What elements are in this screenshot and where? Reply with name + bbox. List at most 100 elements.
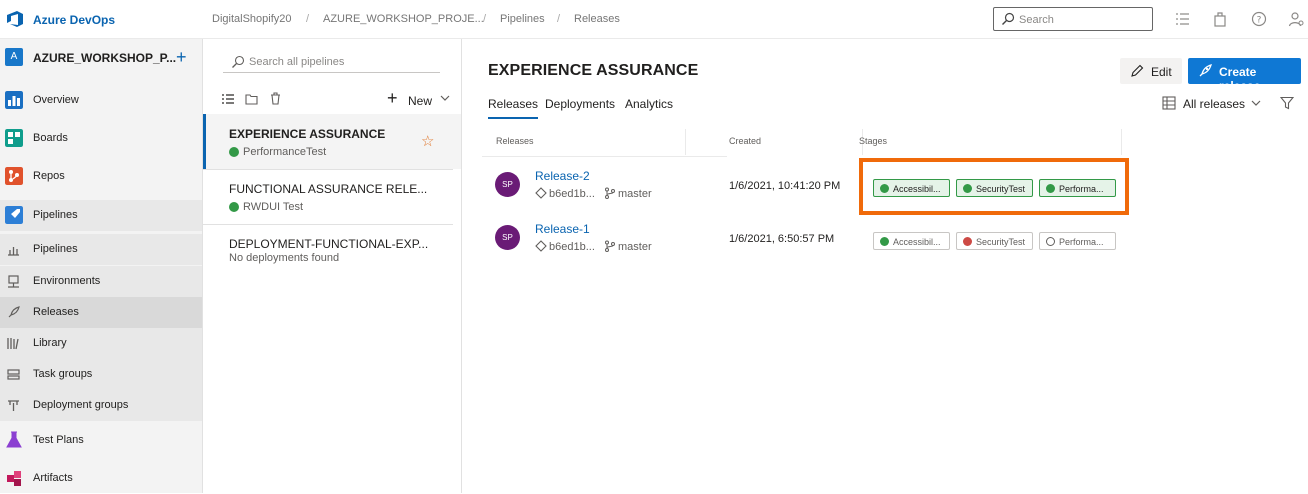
search-pipelines-input[interactable]: Search all pipelines <box>223 53 440 73</box>
breadcrumb-project[interactable]: AZURE_WORKSHOP_PROJE... <box>323 13 484 25</box>
commit-id: b6ed1b... <box>549 188 595 200</box>
breadcrumb-organization[interactable]: DigitalShopify20 <box>212 13 292 25</box>
breadcrumb-releases[interactable]: Releases <box>574 13 620 25</box>
releases-icon <box>8 306 20 318</box>
release-created-date: 1/6/2021, 6:50:57 PM <box>729 233 835 245</box>
environments-icon <box>8 275 19 288</box>
sidebar-item-repos[interactable]: Repos <box>0 161 202 192</box>
pipeline-item-deployment-functional[interactable]: DEPLOYMENT-FUNCTIONAL-EXP... No deployme… <box>203 224 461 279</box>
column-header-created: Created <box>729 136 762 146</box>
pipeline-definitions-panel: Search all pipelines + New EXPERIENCE AS… <box>203 39 462 493</box>
folder-view-icon[interactable] <box>245 93 258 105</box>
create-release-label: Create release <box>1219 65 1261 93</box>
stage-security-test[interactable]: SecurityTest <box>956 232 1033 250</box>
column-header-stages: Stages <box>859 136 888 146</box>
branch-name: master <box>618 188 652 200</box>
commit-icon <box>535 187 547 199</box>
pipeline-item-functional-assurance[interactable]: FUNCTIONAL ASSURANCE RELE... RWDUI Test <box>203 169 461 224</box>
sidebar-item-label: Releases <box>33 306 79 318</box>
chevron-down-icon <box>1251 100 1261 106</box>
pipeline-name: FUNCTIONAL ASSURANCE RELE... <box>229 182 428 196</box>
global-search-input[interactable]: Search <box>993 7 1153 31</box>
breadcrumb-separator: / <box>557 13 561 25</box>
help-icon[interactable]: ? <box>1251 11 1267 27</box>
sidebar-item-pipelines-sub[interactable]: Pipelines <box>0 234 202 265</box>
release-name-link[interactable]: Release-2 <box>535 169 590 183</box>
repos-icon <box>5 167 23 185</box>
sidebar-item-label: Pipelines <box>33 243 78 255</box>
breadcrumb-pipelines[interactable]: Pipelines <box>500 13 545 25</box>
edit-button[interactable]: Edit <box>1120 58 1182 84</box>
tab-deployments[interactable]: Deployments <box>545 97 615 111</box>
release-created-date: 1/6/2021, 10:41:20 PM <box>729 180 841 192</box>
project-name: AZURE_WORKSHOP_P... <box>33 51 177 65</box>
sidebar-item-deployment-groups[interactable]: Deployment groups <box>0 390 202 421</box>
tab-analytics[interactable]: Analytics <box>625 97 673 111</box>
sidebar-item-label: Pipelines <box>33 209 78 221</box>
column-separator <box>1121 129 1122 155</box>
sidebar-item-label: Task groups <box>33 368 93 380</box>
sidebar-item-label: Overview <box>33 94 79 106</box>
table-view-icon <box>1162 96 1176 110</box>
project-avatar: A <box>5 48 23 66</box>
boards-icon <box>5 129 23 147</box>
sidebar-item-label: Library <box>33 337 67 349</box>
sidebar-item-artifacts[interactable]: Artifacts <box>0 463 202 494</box>
library-icon <box>7 338 19 350</box>
pipeline-item-experience-assurance[interactable]: EXPERIENCE ASSURANCE PerformanceTest ☆ <box>203 114 461 169</box>
sidebar-item-boards[interactable]: Boards <box>0 123 202 154</box>
branch-icon <box>605 240 615 252</box>
sidebar-item-label: Boards <box>33 132 68 144</box>
artifacts-icon <box>7 471 21 486</box>
pipeline-last-status: No deployments found <box>229 252 340 264</box>
marketplace-bag-icon[interactable] <box>1212 11 1228 27</box>
pencil-icon <box>1131 64 1144 77</box>
branch-icon <box>605 187 615 199</box>
avatar: SP <box>495 172 520 197</box>
sidebar-item-environments[interactable]: Environments <box>0 266 202 297</box>
deployment-groups-icon <box>8 400 19 411</box>
left-navigation: A AZURE_WORKSHOP_P... + Overview Boards … <box>0 39 203 493</box>
success-status-icon <box>229 202 239 212</box>
tab-releases[interactable]: Releases <box>488 97 539 119</box>
highlight-annotation-box <box>859 158 1129 215</box>
column-header-releases: Releases <box>496 136 534 146</box>
sidebar-item-pipelines[interactable]: Pipelines <box>0 200 202 231</box>
sidebar-item-label: Environments <box>33 275 101 287</box>
task-list-icon[interactable] <box>1175 11 1191 27</box>
sidebar-item-overview[interactable]: Overview <box>0 85 202 116</box>
release-name-link[interactable]: Release-1 <box>535 222 590 236</box>
new-button-label: New <box>408 94 433 108</box>
project-selector[interactable]: A AZURE_WORKSHOP_P... + <box>0 48 202 70</box>
commit-id: b6ed1b... <box>549 241 595 253</box>
task-groups-icon <box>7 369 20 380</box>
filter-icon[interactable] <box>1280 96 1294 110</box>
add-icon[interactable]: + <box>176 48 187 66</box>
delete-icon[interactable] <box>270 92 281 105</box>
sidebar-item-library[interactable]: Library <box>0 328 202 359</box>
column-separator <box>685 129 686 155</box>
sidebar-item-label: Artifacts <box>33 472 73 484</box>
sidebar-item-task-groups[interactable]: Task groups <box>0 359 202 390</box>
success-status-icon <box>880 237 889 246</box>
sidebar-item-releases[interactable]: Releases <box>0 297 202 328</box>
pipelines-icon <box>5 206 23 224</box>
page-title: EXPERIENCE ASSURANCE <box>488 62 699 79</box>
sidebar-item-test-plans[interactable]: Test Plans <box>0 425 202 456</box>
brand-name[interactable]: Azure DevOps <box>33 13 115 27</box>
create-release-button[interactable]: Create release <box>1188 58 1301 93</box>
list-view-icon[interactable] <box>222 93 234 105</box>
not-deployed-status-icon <box>1046 237 1055 246</box>
breadcrumb-separator: / <box>306 13 310 25</box>
azure-devops-logo-icon[interactable] <box>6 10 24 28</box>
favorite-star-icon[interactable]: ☆ <box>421 132 434 150</box>
release-view-label: All releases <box>1183 97 1246 111</box>
chevron-down-icon <box>440 95 450 101</box>
stage-accessibility[interactable]: Accessibil... <box>873 232 950 250</box>
release-view-dropdown[interactable]: All releases <box>1162 96 1261 113</box>
sidebar-item-label: Repos <box>33 170 65 182</box>
stage-performance[interactable]: Performa... <box>1039 232 1116 250</box>
user-settings-icon[interactable] <box>1288 11 1304 27</box>
search-pipelines-placeholder: Search all pipelines <box>249 56 345 68</box>
overview-icon <box>5 91 23 109</box>
